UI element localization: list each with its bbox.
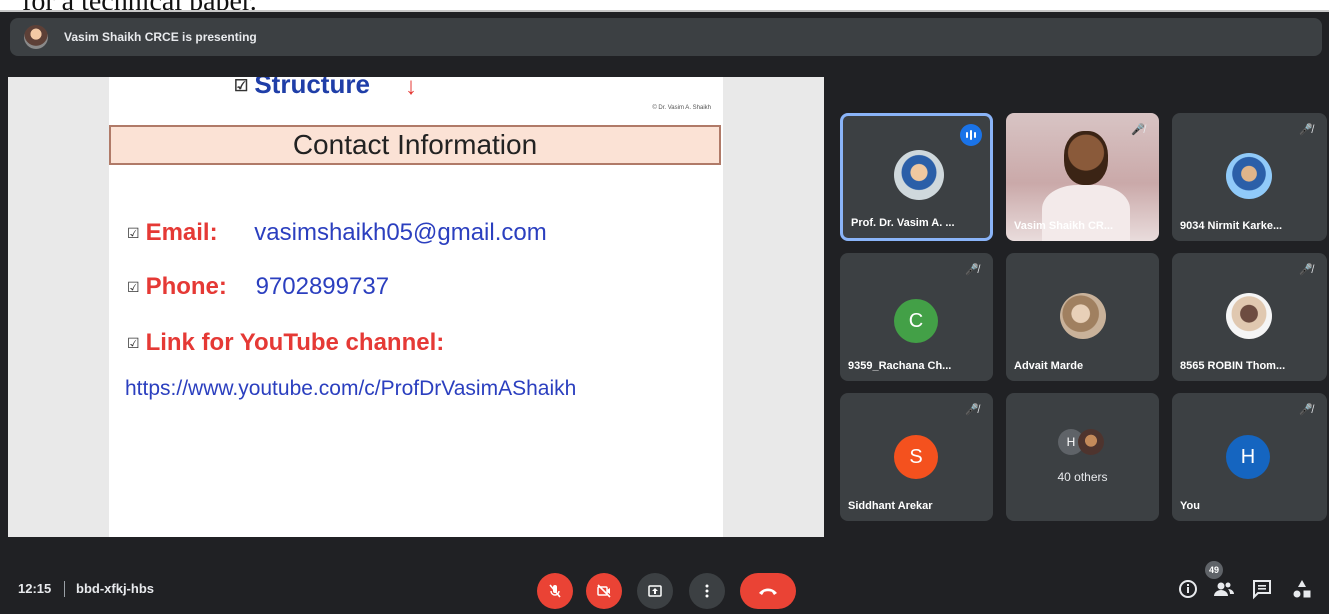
participant-tile[interactable]: 🎤̸ 9034 Nirmit Karke... bbox=[1172, 113, 1327, 241]
email-value: vasimshaikh05@gmail.com bbox=[254, 219, 547, 246]
speaking-icon bbox=[960, 124, 982, 146]
participant-avatar bbox=[1226, 293, 1272, 339]
participant-name: Siddhant Arekar bbox=[848, 500, 933, 512]
participant-name: 8565 ROBIN Thom... bbox=[1180, 360, 1286, 372]
slide: ☑ Structure ↓ © Dr. Vasim A. Shaikh Conta… bbox=[109, 77, 723, 537]
participant-tile-others[interactable]: H 40 others bbox=[1006, 393, 1159, 521]
participant-avatar bbox=[1226, 153, 1272, 199]
participant-avatar: H bbox=[1226, 435, 1270, 479]
participant-tile[interactable]: Prof. Dr. Vasim A. ... bbox=[840, 113, 993, 241]
chat-button[interactable] bbox=[1250, 577, 1274, 601]
meeting-time: 12:15 bbox=[18, 581, 52, 596]
divider bbox=[64, 581, 65, 597]
slide-heading-text: Structure bbox=[254, 77, 370, 99]
phone-row: ☑ Phone: 9702899737 bbox=[127, 273, 389, 301]
participant-tile-self[interactable]: H 🎤̸ You bbox=[1172, 393, 1327, 521]
bottom-toolbar: 12:15 bbd-xfkj-hbs 49 bbox=[0, 555, 1329, 614]
participant-video-face bbox=[1064, 131, 1108, 185]
mic-off-icon: 🎤̸ bbox=[965, 404, 979, 416]
others-avatar-photo bbox=[1078, 429, 1104, 455]
presenting-banner: Vasim Shaikh CRCE is presenting bbox=[10, 18, 1322, 56]
hang-up-icon bbox=[759, 588, 777, 595]
youtube-url: https://www.youtube.com/c/ProfDrVasimASh… bbox=[125, 377, 577, 400]
participant-tile[interactable]: S 🎤̸ Siddhant Arekar bbox=[840, 393, 993, 521]
people-icon bbox=[1214, 582, 1234, 596]
participant-avatar bbox=[894, 150, 944, 200]
others-count: 40 others bbox=[1057, 470, 1108, 484]
slide-credit: © Dr. Vasim A. Shaikh bbox=[652, 105, 711, 111]
participant-tile[interactable]: Advait Marde bbox=[1006, 253, 1159, 381]
camera-off-icon bbox=[597, 584, 611, 598]
meeting-code: bbd-xfkj-hbs bbox=[76, 581, 154, 596]
youtube-row: ☑ Link for YouTube channel: bbox=[127, 329, 444, 357]
phone-value: 9702899737 bbox=[255, 273, 390, 300]
email-label: Email: bbox=[145, 219, 218, 246]
present-screen-button[interactable] bbox=[637, 573, 673, 609]
meeting-details-button[interactable] bbox=[1176, 577, 1200, 601]
participant-name: Vasim Shaikh CR... bbox=[1014, 220, 1114, 232]
activities-button[interactable] bbox=[1290, 577, 1314, 601]
presenter-avatar bbox=[24, 25, 48, 49]
phone-label: Phone: bbox=[145, 273, 227, 300]
participant-tile[interactable]: C 🎤̸ 9359_Rachana Ch... bbox=[840, 253, 993, 381]
checkbox-icon: ☑ bbox=[234, 78, 249, 96]
camera-toggle-button[interactable] bbox=[586, 573, 622, 609]
mic-off-icon: 🎤̸ bbox=[1131, 124, 1145, 136]
participant-tile[interactable]: 🎤̸ 8565 ROBIN Thom... bbox=[1172, 253, 1327, 381]
more-options-button[interactable] bbox=[689, 573, 725, 609]
activities-icon bbox=[1293, 580, 1311, 598]
people-button[interactable] bbox=[1212, 577, 1236, 601]
checkbox-icon: ☑ bbox=[127, 279, 140, 296]
participant-name: 9034 Nirmit Karke... bbox=[1180, 220, 1283, 232]
mic-off-icon: 🎤̸ bbox=[1299, 264, 1313, 276]
mic-off-icon: 🎤̸ bbox=[1299, 404, 1313, 416]
leave-call-button[interactable] bbox=[740, 573, 796, 609]
mic-off-icon: 🎤̸ bbox=[1299, 124, 1313, 136]
youtube-label: Link for YouTube channel: bbox=[145, 329, 445, 356]
participant-name: Advait Marde bbox=[1014, 360, 1084, 372]
chat-icon bbox=[1253, 580, 1271, 600]
participant-avatar: C bbox=[894, 299, 938, 343]
slide-heading: ☑ Structure bbox=[234, 77, 370, 100]
participant-name: 9359_Rachana Ch... bbox=[848, 360, 952, 372]
red-arrow-icon: ↓ bbox=[405, 77, 417, 100]
email-row: ☑ Email: vasimshaikh05@gmail.com bbox=[127, 219, 547, 247]
presenting-text: Vasim Shaikh CRCE is presenting bbox=[64, 30, 257, 44]
present-icon bbox=[648, 585, 662, 597]
participant-avatar: S bbox=[894, 435, 938, 479]
info-icon bbox=[1179, 580, 1197, 598]
participant-avatar bbox=[1060, 293, 1106, 339]
participant-video-body bbox=[1042, 185, 1130, 241]
shared-screen[interactable]: ☑ Structure ↓ © Dr. Vasim A. Shaikh Conta… bbox=[8, 77, 824, 537]
participant-tile[interactable]: 🎤̸ Vasim Shaikh CR... bbox=[1006, 113, 1159, 241]
checkbox-icon: ☑ bbox=[127, 225, 140, 242]
mic-off-icon bbox=[549, 584, 561, 598]
more-vert-icon bbox=[705, 584, 709, 598]
mic-toggle-button[interactable] bbox=[537, 573, 573, 609]
checkbox-icon: ☑ bbox=[127, 335, 140, 352]
mic-off-icon: 🎤̸ bbox=[965, 264, 979, 276]
participant-name: You bbox=[1180, 500, 1200, 512]
participant-name: Prof. Dr. Vasim A. ... bbox=[851, 217, 955, 229]
slide-title: Contact Information bbox=[109, 125, 721, 165]
